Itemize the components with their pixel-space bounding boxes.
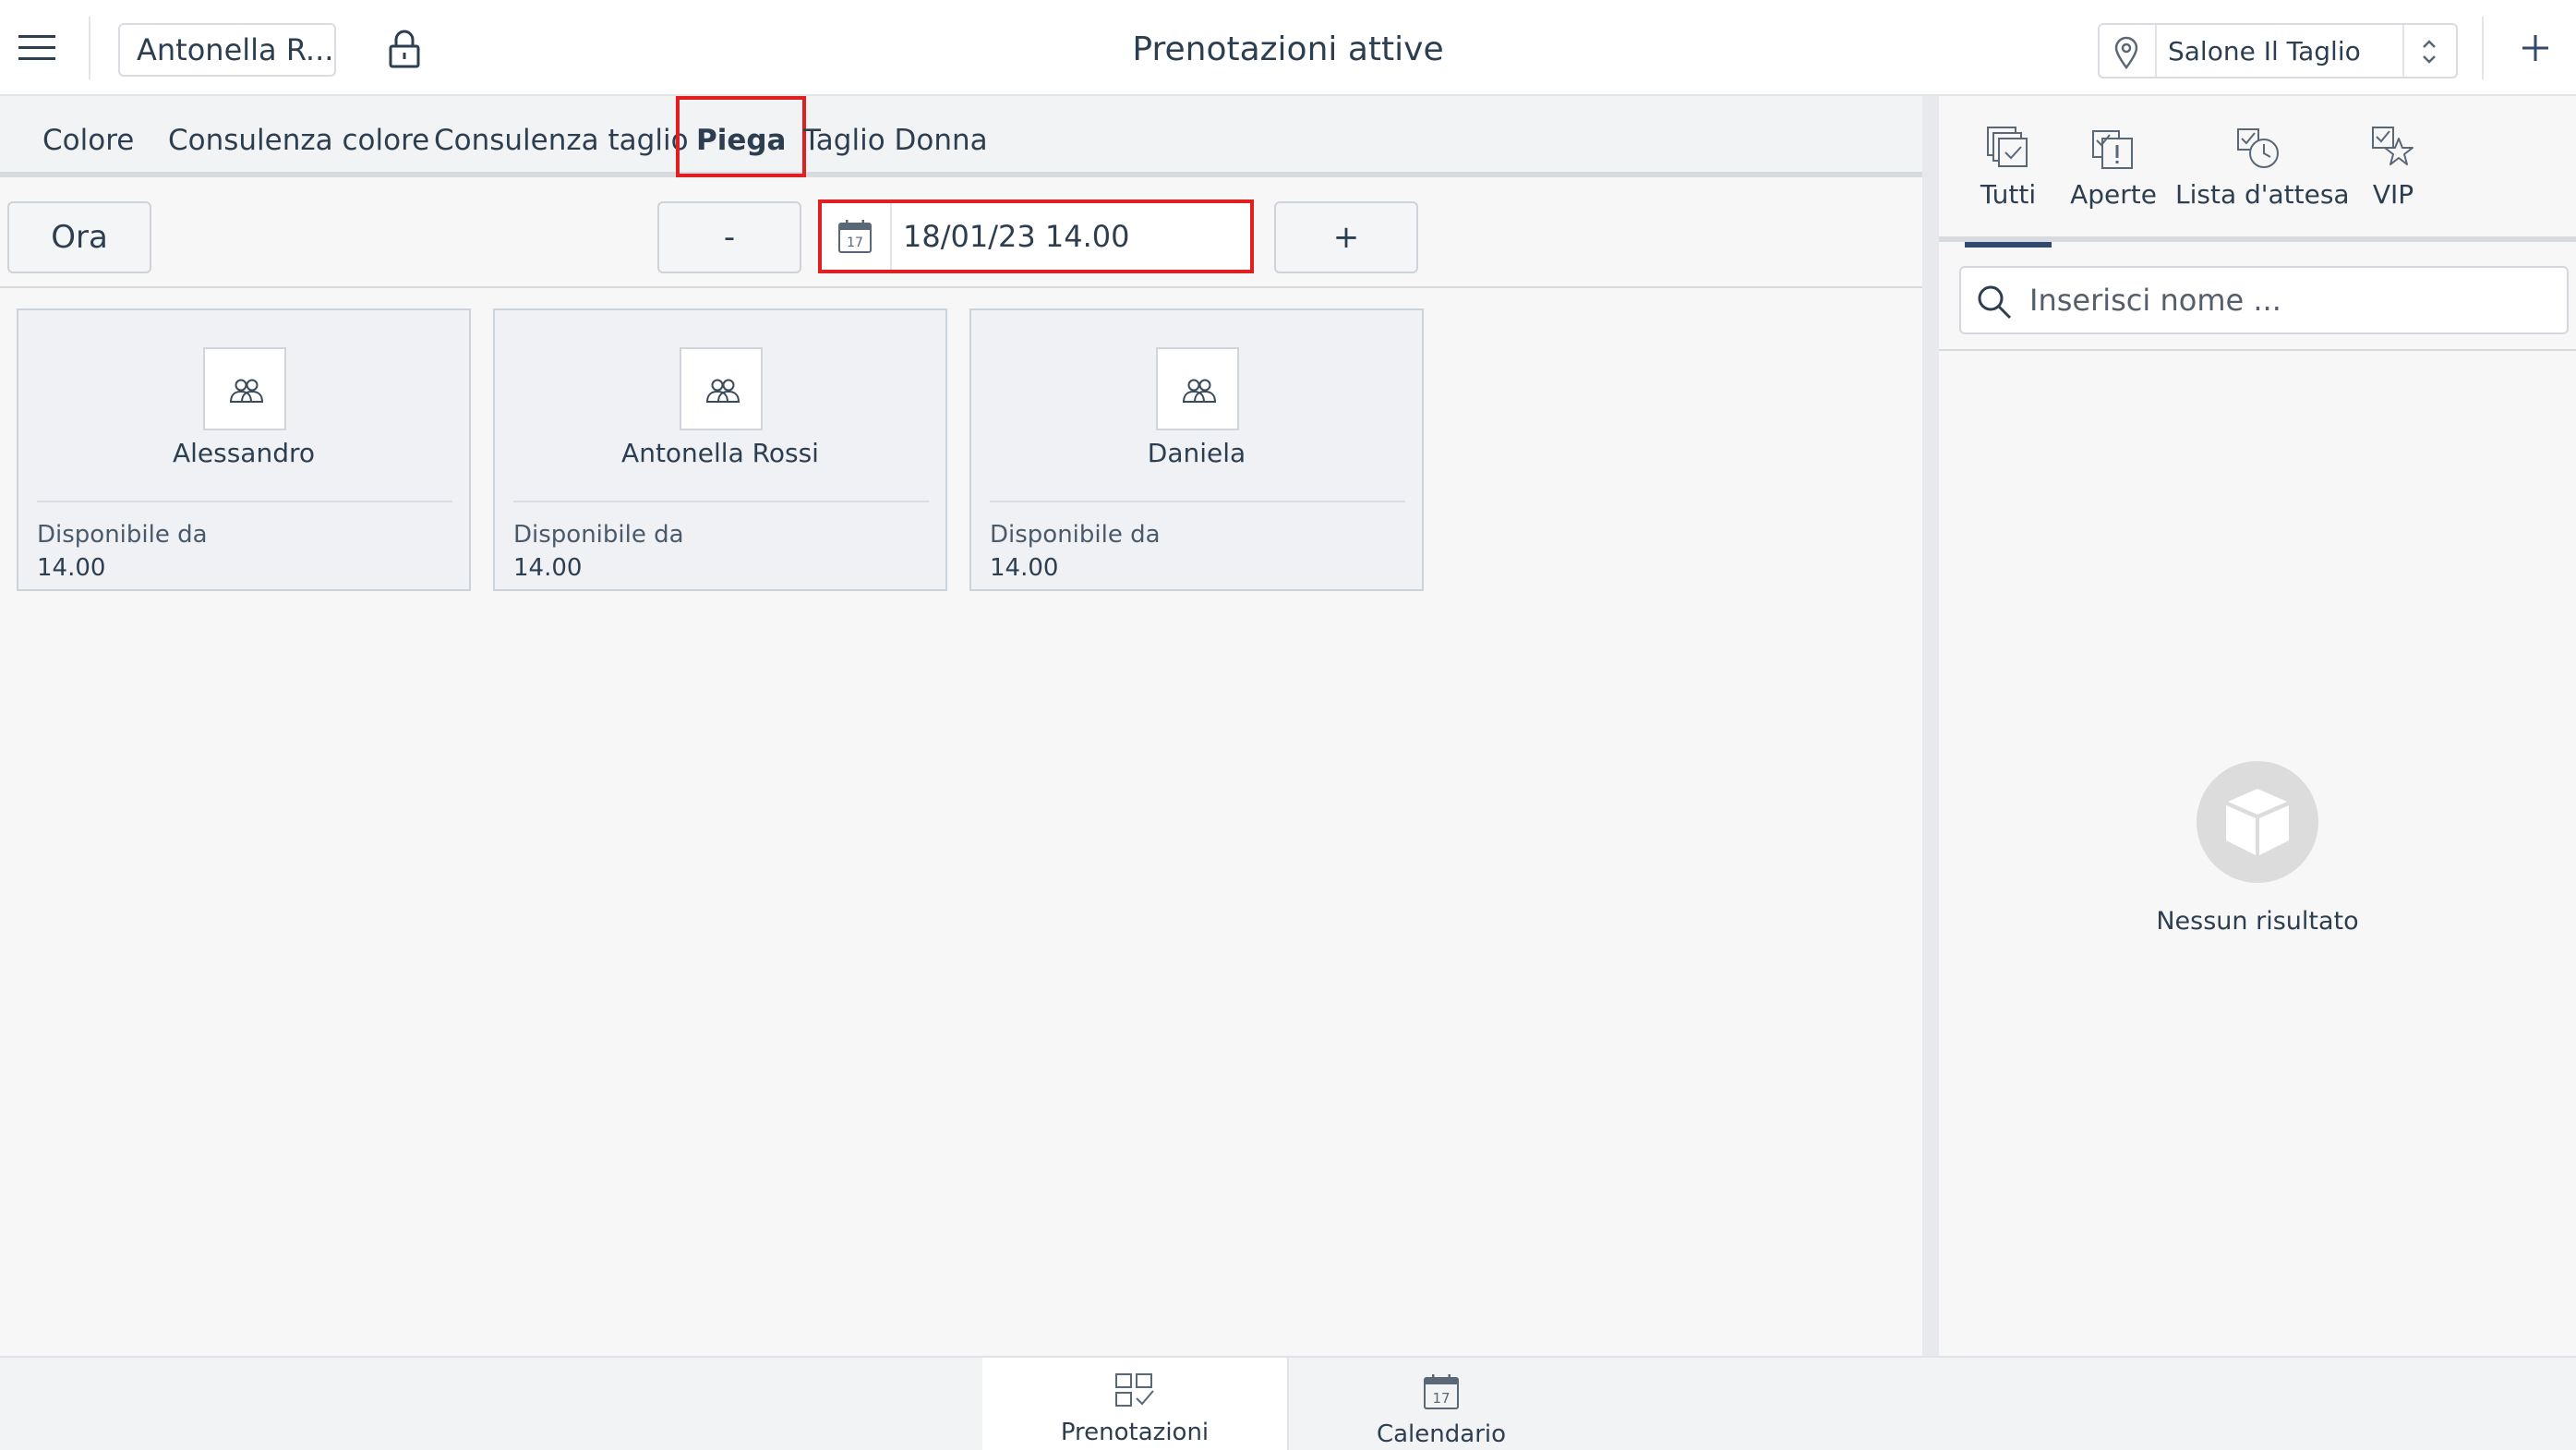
- availability-label: Disponibile da: [37, 521, 208, 549]
- divider: [2155, 25, 2157, 77]
- calendar-day: 17: [1432, 1390, 1450, 1407]
- staff-avatar-icon: [1156, 347, 1239, 430]
- page-title: Prenotazioni attive: [1132, 30, 1444, 68]
- date-toolbar: Ora - 17 +: [0, 183, 1922, 288]
- divider: [2482, 17, 2484, 79]
- staff-name: Antonella Rossi: [621, 438, 819, 468]
- location-selector[interactable]: Salone Il Taglio: [2098, 23, 2458, 79]
- tab-taglio-donna[interactable]: Taglio Donna: [803, 96, 988, 177]
- filter-label: Lista d'attesa: [2175, 179, 2350, 210]
- filter-aperte[interactable]: Aperte: [2063, 124, 2164, 235]
- availability-label: Disponibile da: [990, 521, 1161, 549]
- divider: [890, 203, 892, 270]
- staff-card[interactable]: Antonella Rossi Disponibile da 14.00: [493, 308, 947, 591]
- staff-card[interactable]: Daniela Disponibile da 14.00: [969, 308, 1424, 591]
- tab-colore[interactable]: Colore: [42, 96, 134, 177]
- availability-time: 14.00: [37, 554, 106, 582]
- filter-label: Aperte: [2070, 179, 2157, 210]
- staff-name: Alessandro: [172, 438, 316, 468]
- all-bookings-icon: [1987, 127, 2028, 167]
- calendar-icon: 17: [837, 218, 873, 255]
- filter-lista-attesa[interactable]: Lista d'attesa: [2175, 124, 2350, 235]
- location-pin-icon: [2113, 36, 2140, 69]
- add-booking-plus-icon[interactable]: [2517, 30, 2554, 66]
- booking-filters: Tutti Aperte Lista d'attesa VIP: [1939, 96, 2576, 248]
- main-area: Colore Consulenza colore Consulenza tagl…: [0, 96, 1922, 1356]
- tab-piega[interactable]: Piega: [676, 96, 807, 177]
- availability-time: 14.00: [990, 554, 1059, 582]
- datetime-input[interactable]: [903, 203, 1245, 270]
- empty-state: Nessun risultato: [1939, 761, 2576, 936]
- now-button[interactable]: Ora: [7, 201, 151, 273]
- divider: [990, 501, 1405, 502]
- availability-time: 14.00: [513, 554, 583, 582]
- filter-label: Tutti: [1980, 179, 2037, 210]
- availability-label: Disponibile da: [513, 521, 684, 549]
- vip-star-icon: [2372, 127, 2413, 165]
- nav-label: Prenotazioni: [1060, 1419, 1210, 1446]
- search-area: [1939, 248, 2576, 351]
- lock-icon[interactable]: [386, 28, 423, 70]
- search-box[interactable]: [1959, 266, 2569, 334]
- service-tabs: Colore Consulenza colore Consulenza tagl…: [0, 96, 1922, 177]
- calendar-icon: 17: [1424, 1374, 1459, 1409]
- empty-state-text: Nessun risultato: [2156, 907, 2359, 936]
- divider: [89, 17, 90, 79]
- bottom-navigation: Prenotazioni 17 Calendario: [0, 1356, 2576, 1450]
- nav-calendario[interactable]: 17 Calendario: [1289, 1358, 1594, 1450]
- divider: [513, 501, 929, 502]
- panel-divider: [1922, 96, 1939, 1356]
- staff-name: Daniela: [1147, 438, 1246, 468]
- empty-box-icon: [2197, 761, 2318, 883]
- bookings-panel: Tutti Aperte Lista d'attesa VIP Inserisc…: [1939, 96, 2576, 1356]
- divider: [2402, 25, 2404, 77]
- user-selector-button[interactable]: Antonella R...: [118, 23, 336, 77]
- staff-avatar-icon: [680, 347, 763, 430]
- open-bookings-icon: [2092, 130, 2133, 169]
- search-input[interactable]: [2029, 268, 2556, 332]
- staff-avatar-icon: [203, 347, 286, 430]
- tab-consulenza-taglio[interactable]: Consulenza taglio: [434, 96, 689, 177]
- divider: [37, 501, 452, 502]
- hamburger-menu-icon[interactable]: [15, 28, 63, 68]
- bookings-icon: [1115, 1373, 1154, 1407]
- staff-card[interactable]: Alessandro Disponibile da 14.00: [17, 308, 471, 591]
- calendar-day: 17: [847, 236, 863, 250]
- tab-consulenza-colore[interactable]: Consulenza colore: [168, 96, 429, 177]
- waiting-list-icon: [2237, 128, 2279, 168]
- datetime-field[interactable]: 17: [818, 199, 1254, 273]
- previous-time-button[interactable]: -: [657, 201, 801, 273]
- chevron-up-down-icon: [2415, 34, 2443, 69]
- location-label: Salone Il Taglio: [2168, 36, 2361, 66]
- nav-label: Calendario: [1376, 1420, 1507, 1448]
- filter-label: VIP: [2372, 179, 2414, 210]
- search-icon: [1978, 285, 2012, 320]
- top-bar: Antonella R... Prenotazioni attive Salon…: [0, 0, 2576, 96]
- filter-vip[interactable]: VIP: [2354, 124, 2432, 235]
- nav-prenotazioni[interactable]: Prenotazioni: [982, 1358, 1287, 1450]
- next-time-button[interactable]: +: [1274, 201, 1418, 273]
- filter-tutti[interactable]: Tutti: [1965, 124, 2052, 248]
